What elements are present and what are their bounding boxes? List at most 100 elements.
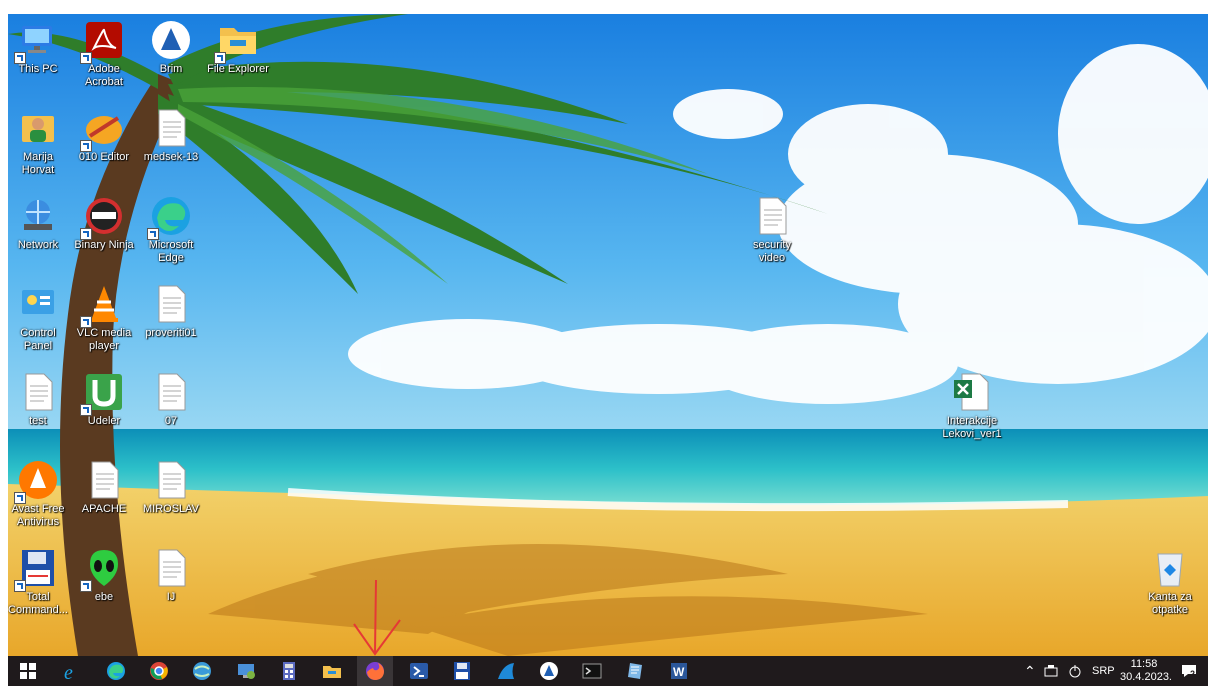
desktop-icon-test[interactable]: test [8, 370, 70, 428]
desktop-icon-apache[interactable]: APACHE [72, 458, 136, 516]
taskbar-file-explorer[interactable] [314, 656, 350, 686]
desktop-icon-label: Brim [159, 63, 183, 75]
taskbar-save-disk[interactable] [444, 656, 480, 686]
taskbar-chrome[interactable] [141, 656, 177, 686]
taskbar-powershell[interactable] [401, 656, 437, 686]
notepad-icon [628, 663, 642, 679]
tray-power[interactable] [1068, 656, 1082, 686]
desktop-icon-label: Total Command... [8, 591, 68, 616]
chevron-up-icon: ⌃ [1024, 662, 1036, 679]
taskbar-internet-explorer[interactable]: e [54, 656, 90, 686]
shortcut-arrow-icon [80, 140, 92, 152]
desktop-icon-marija-horvat[interactable]: Marija Horvat [8, 106, 70, 177]
desktop-icon-network[interactable]: Network [8, 194, 70, 252]
taskbar-notepad[interactable] [618, 656, 654, 686]
text-file-icon [16, 370, 60, 414]
desktop: This PC Marija Horvat Network Control Pa… [8, 14, 1208, 656]
desktop-icon-label: test [29, 415, 47, 427]
taskbar-remote-desktop[interactable] [228, 656, 264, 686]
desktop-icon-label: Kanta za otpatke [1148, 591, 1192, 616]
desktop-icon-brim[interactable]: Brim [139, 18, 203, 76]
desktop-icon-microsoft-edge[interactable]: Microsoft Edge [139, 194, 203, 265]
desktop-icon-07[interactable]: 07 [139, 370, 203, 428]
text-file-icon [149, 546, 193, 590]
control-panel-icon [16, 282, 60, 326]
desktop-icon-label: This PC [18, 63, 58, 75]
edge-icon [147, 194, 193, 240]
desktop-icon-medsek-13[interactable]: medsek-13 [139, 106, 203, 164]
clock-time: 11:58 [1130, 658, 1158, 670]
taskbar-terminal[interactable] [574, 656, 610, 686]
brim-icon [149, 18, 193, 62]
sharp-app-icon [498, 663, 514, 679]
desktop-icon-label: Adobe Acrobat [85, 63, 123, 88]
desktop-icon-this-pc[interactable]: This PC [8, 18, 70, 76]
desktop-icon-interakcije-lekovi[interactable]: Interakcije Lekovi_ver1 [940, 370, 1004, 441]
powershell-icon [410, 663, 428, 679]
desktop-icon-security-video[interactable]: security video [740, 194, 804, 265]
desktop-icon-label: APACHE [81, 503, 127, 515]
shortcut-arrow-icon [80, 580, 92, 592]
desktop-icon-label: medsek-13 [143, 151, 199, 163]
word-icon: W [671, 663, 687, 679]
tray-language[interactable]: SRP [1092, 656, 1115, 686]
start-icon [20, 663, 36, 679]
desktop-icon-ij[interactable]: IJ [139, 546, 203, 604]
desktop-icon-control-panel[interactable]: Control Panel [8, 282, 70, 353]
tray-clock[interactable]: 11:58 30.4.2023. [1120, 658, 1172, 684]
firefox-icon [366, 662, 384, 680]
shortcut-arrow-icon [80, 404, 92, 416]
taskbar-start-button[interactable] [10, 656, 46, 686]
desktop-icon-recycle-bin[interactable]: Kanta za otpatke [1138, 546, 1202, 617]
desktop-icon-adobe-acrobat[interactable]: Adobe Acrobat [72, 18, 136, 89]
desktop-icon-avast[interactable]: Avast Free Antivirus [8, 458, 70, 529]
taskbar-sharp-app[interactable] [488, 656, 524, 686]
desktop-icon-label: IJ [166, 591, 176, 603]
recycle-bin-icon [1148, 546, 1192, 590]
desktop-icon-label: 010 Editor [78, 151, 130, 163]
desktop-icon-ebe[interactable]: ebe [72, 546, 136, 604]
taskbar-firefox[interactable] [357, 656, 393, 686]
clock-date: 30.4.2023. [1120, 671, 1172, 683]
binary-ninja-icon [80, 194, 126, 240]
desktop-icon-total-commander[interactable]: Total Command... [8, 546, 70, 617]
taskbar: e W ⌃ SRP 11:58 30.4.2023. 2 [8, 656, 1208, 686]
desktop-icon-label: VLC media player [76, 327, 132, 352]
text-file-icon [82, 458, 126, 502]
shortcut-arrow-icon [80, 316, 92, 328]
remote-desktop-icon [238, 664, 255, 679]
calculator-icon [283, 662, 295, 680]
desktop-icon-label: ebe [94, 591, 114, 603]
file-explorer-icon [323, 666, 341, 678]
brim-icon [540, 662, 558, 680]
desktop-icon-udeler[interactable]: Udeler [72, 370, 136, 428]
network-icon [16, 194, 60, 238]
edge-icon [107, 662, 125, 680]
desktop-icon-010-editor[interactable]: 010 Editor [72, 106, 136, 164]
internet-explorer-icon: e [64, 662, 73, 682]
tray-network[interactable] [1044, 656, 1060, 686]
taskbar-edge[interactable] [98, 656, 134, 686]
desktop-icon-file-explorer[interactable]: File Explorer [206, 18, 270, 76]
svg-text:W: W [673, 665, 685, 679]
taskbar-calculator[interactable] [271, 656, 307, 686]
desktop-icon-label: File Explorer [207, 63, 269, 75]
text-file-icon [149, 106, 193, 150]
desktop-icon-label: Control Panel [20, 327, 56, 352]
taskbar-network-globe[interactable] [184, 656, 220, 686]
desktop-icon-binary-ninja[interactable]: Binary Ninja [72, 194, 136, 252]
taskbar-brim[interactable] [531, 656, 567, 686]
taskbar-word[interactable]: W [661, 656, 697, 686]
desktop-icon-miroslav[interactable]: MIROSLAV [139, 458, 203, 516]
chrome-icon [150, 662, 168, 680]
user-folder-icon [16, 106, 60, 150]
desktop-icon-vlc[interactable]: VLC media player [72, 282, 136, 353]
desktop-icon-label: Binary Ninja [74, 239, 134, 251]
tray-show-hidden-icons[interactable]: ⌃ [1024, 656, 1036, 686]
shortcut-arrow-icon [14, 52, 26, 64]
desktop-icon-proveriti01[interactable]: proveriti01 [139, 282, 203, 340]
save-disk-icon [454, 662, 470, 680]
tray-notifications[interactable]: 2 [1180, 656, 1196, 686]
network-status-icon [1044, 665, 1058, 677]
text-file-icon [149, 458, 193, 502]
